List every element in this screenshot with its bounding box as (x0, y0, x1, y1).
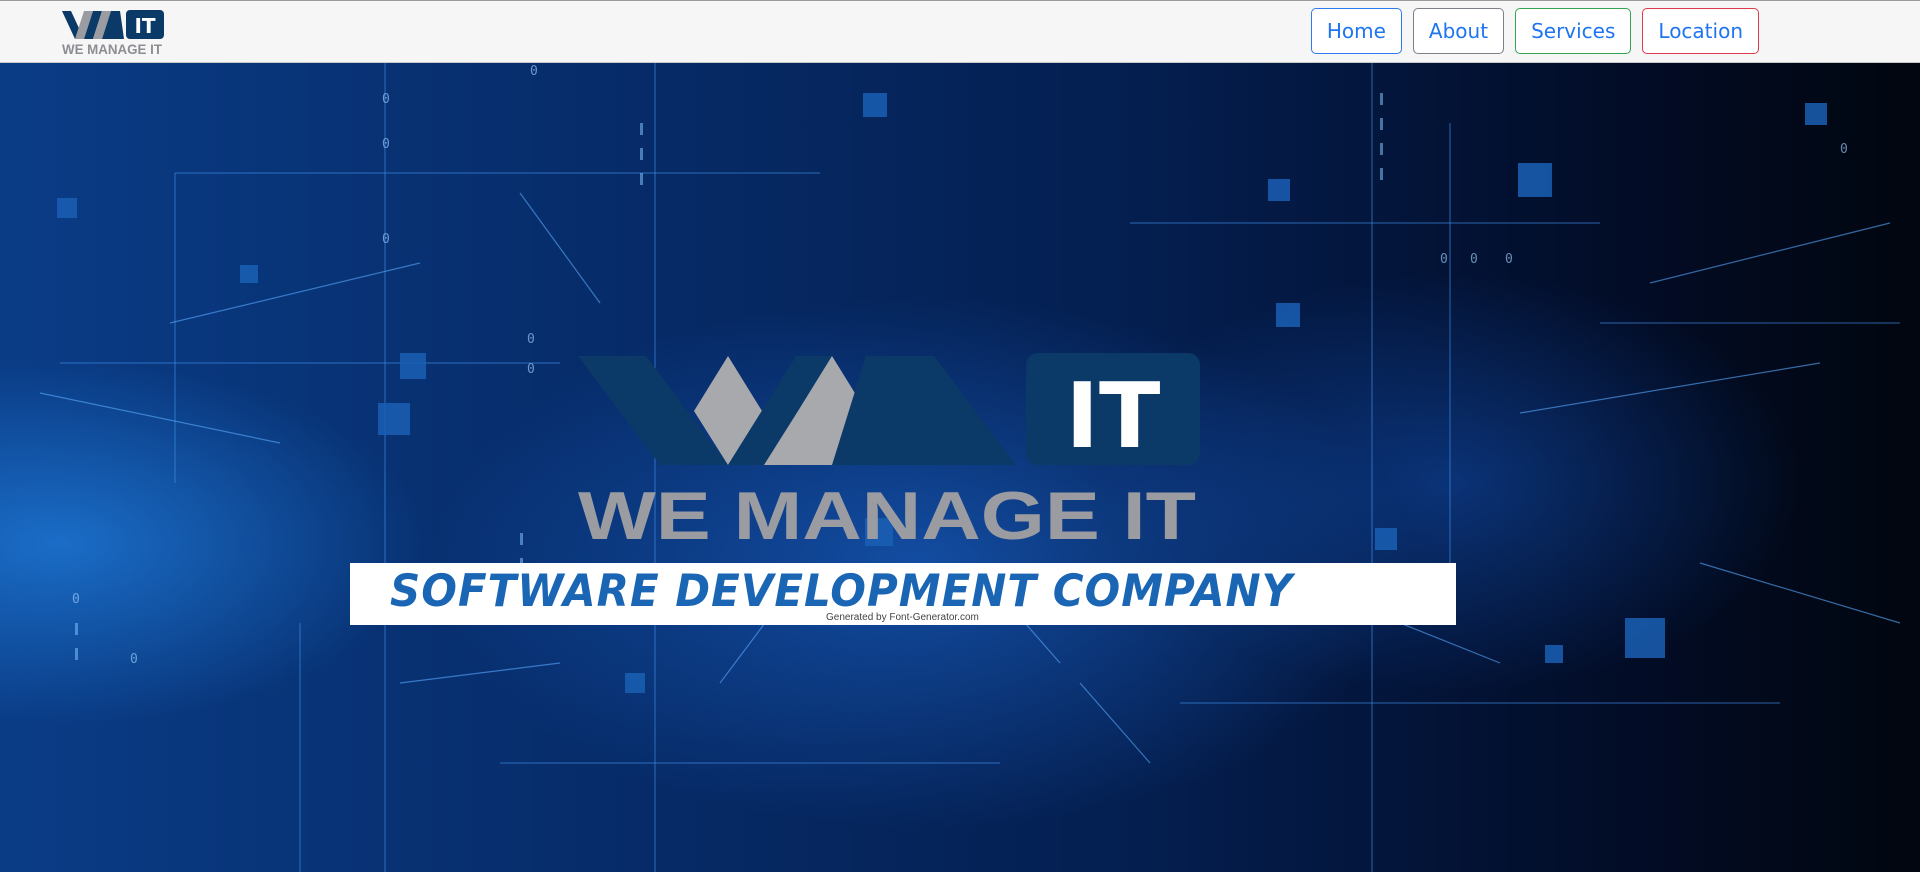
brand-logo[interactable]: IT WE MANAGE IT (62, 9, 164, 57)
nav-about-button[interactable]: About (1412, 8, 1505, 54)
svg-text:0: 0 (130, 652, 138, 667)
svg-text:0: 0 (382, 232, 390, 247)
svg-text:0: 0 (72, 592, 80, 607)
svg-text:IT: IT (134, 14, 155, 38)
svg-text:0: 0 (382, 137, 390, 152)
svg-text:IT: IT (1066, 364, 1161, 469)
we-manage-it-logo-icon: IT WE MANAGE IT (62, 10, 164, 57)
top-navbar: IT WE MANAGE IT Home About Services Loca… (0, 0, 1920, 63)
nav-location-button[interactable]: Location (1642, 8, 1759, 54)
nav-services-button[interactable]: Services (1515, 8, 1632, 54)
svg-text:0: 0 (1840, 142, 1848, 157)
svg-text:0: 0 (527, 332, 535, 347)
svg-text:WE MANAGE IT: WE MANAGE IT (578, 478, 1196, 549)
font-generator-credit: Generated by Font-Generator.com (824, 611, 981, 624)
svg-text:0: 0 (1440, 252, 1448, 267)
svg-text:0: 0 (382, 92, 390, 107)
svg-text:0: 0 (1505, 252, 1513, 267)
svg-text:0: 0 (527, 362, 535, 377)
svg-text:WE MANAGE IT: WE MANAGE IT (62, 42, 163, 57)
hero-section: 0 0 0 0 0 0 0 0 0 0 0 0 0 IT WE MANAGE I… (0, 63, 1920, 872)
svg-text:0: 0 (530, 64, 538, 79)
svg-text:0: 0 (1470, 252, 1478, 267)
hero-logo: IT WE MANAGE IT (578, 353, 1200, 549)
main-nav: Home About Services Location (1300, 8, 1759, 54)
tagline-text: SOFTWARE DEVELOPMENT COMPANY (390, 565, 1294, 617)
hero-logo-icon: IT WE MANAGE IT (578, 353, 1200, 549)
nav-home-button[interactable]: Home (1310, 8, 1402, 54)
